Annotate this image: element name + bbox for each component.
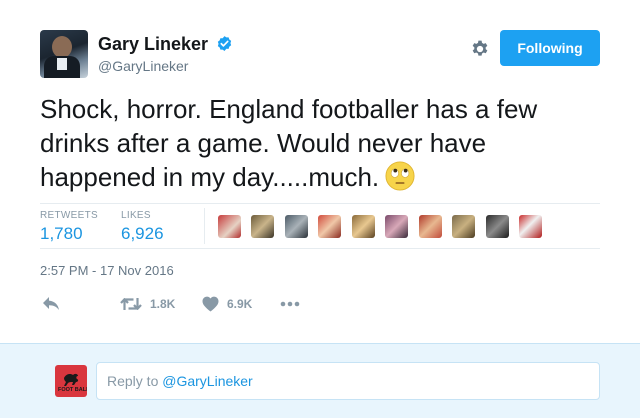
tweet-stats: RETWEETS 1,780 LIKES 6,926 — [40, 203, 600, 249]
liker-avatar[interactable] — [251, 215, 275, 238]
author-handle[interactable]: @GaryLineker — [98, 58, 233, 74]
heart-icon — [202, 296, 219, 312]
author-name[interactable]: Gary Lineker — [98, 34, 208, 55]
more-icon — [280, 301, 300, 307]
rolling-eyes-emoji-icon — [385, 161, 415, 191]
viewer-avatar-logo-icon: FOOT BALL — [58, 373, 87, 393]
retweets-label: RETWEETS — [40, 210, 98, 221]
reply-button[interactable] — [42, 293, 60, 315]
tweet-actions: 1.8K 6.9K — [40, 293, 600, 315]
gear-icon[interactable] — [470, 39, 490, 59]
more-button[interactable] — [280, 293, 300, 315]
reply-input[interactable]: Reply to @GaryLineker — [96, 362, 600, 400]
avatar-head — [52, 36, 72, 58]
tweet-timestamp[interactable]: 2:57 PM - 17 Nov 2016 — [40, 263, 174, 278]
following-button[interactable]: Following — [500, 30, 600, 66]
reply-prefix: Reply to — [107, 373, 163, 389]
liker-avatar[interactable] — [385, 215, 409, 238]
verified-badge-icon — [217, 36, 231, 51]
retweets-value: 1,780 — [40, 224, 83, 243]
like-count: 6.9K — [227, 297, 253, 311]
liker-avatar[interactable] — [452, 215, 476, 238]
liker-avatar[interactable] — [519, 215, 543, 238]
liker-avatar[interactable] — [418, 215, 442, 238]
reply-handle: @GaryLineker — [162, 373, 253, 389]
liker-avatar[interactable] — [218, 215, 241, 238]
tweet-header: Gary Lineker @GaryLineker Following — [40, 30, 600, 78]
liker-avatar[interactable] — [318, 215, 342, 238]
like-button[interactable]: 6.9K — [202, 293, 252, 315]
viewer-avatar[interactable]: FOOT BALL — [55, 365, 87, 397]
author-avatar[interactable] — [40, 30, 88, 78]
author-names[interactable]: Gary Lineker @GaryLineker — [98, 34, 233, 74]
retweet-count: 1.8K — [150, 297, 176, 311]
avatar-collar — [57, 58, 67, 70]
retweet-icon — [120, 298, 142, 310]
liker-avatar[interactable] — [485, 215, 509, 238]
likes-label: LIKES — [121, 210, 151, 221]
tweet-text-body: Shock, horror. England footballer has a … — [40, 94, 538, 192]
svg-text:FOOT BALL: FOOT BALL — [58, 387, 87, 393]
retweet-button[interactable]: 1.8K — [120, 293, 175, 315]
stats-divider — [204, 208, 205, 244]
liker-avatar[interactable] — [284, 215, 308, 238]
likes-stat[interactable]: LIKES 6,926 — [121, 210, 164, 244]
reply-bar: FOOT BALL Reply to @GaryLineker — [0, 343, 640, 418]
tweet-card: Gary Lineker @GaryLineker Following Shoc… — [0, 0, 640, 343]
tweet-text: Shock, horror. England footballer has a … — [40, 92, 600, 194]
likers-avatars — [218, 215, 548, 239]
likes-value: 6,926 — [121, 224, 164, 243]
retweets-stat[interactable]: RETWEETS 1,780 — [40, 210, 98, 244]
liker-avatar[interactable] — [351, 215, 375, 238]
reply-icon — [43, 297, 59, 310]
